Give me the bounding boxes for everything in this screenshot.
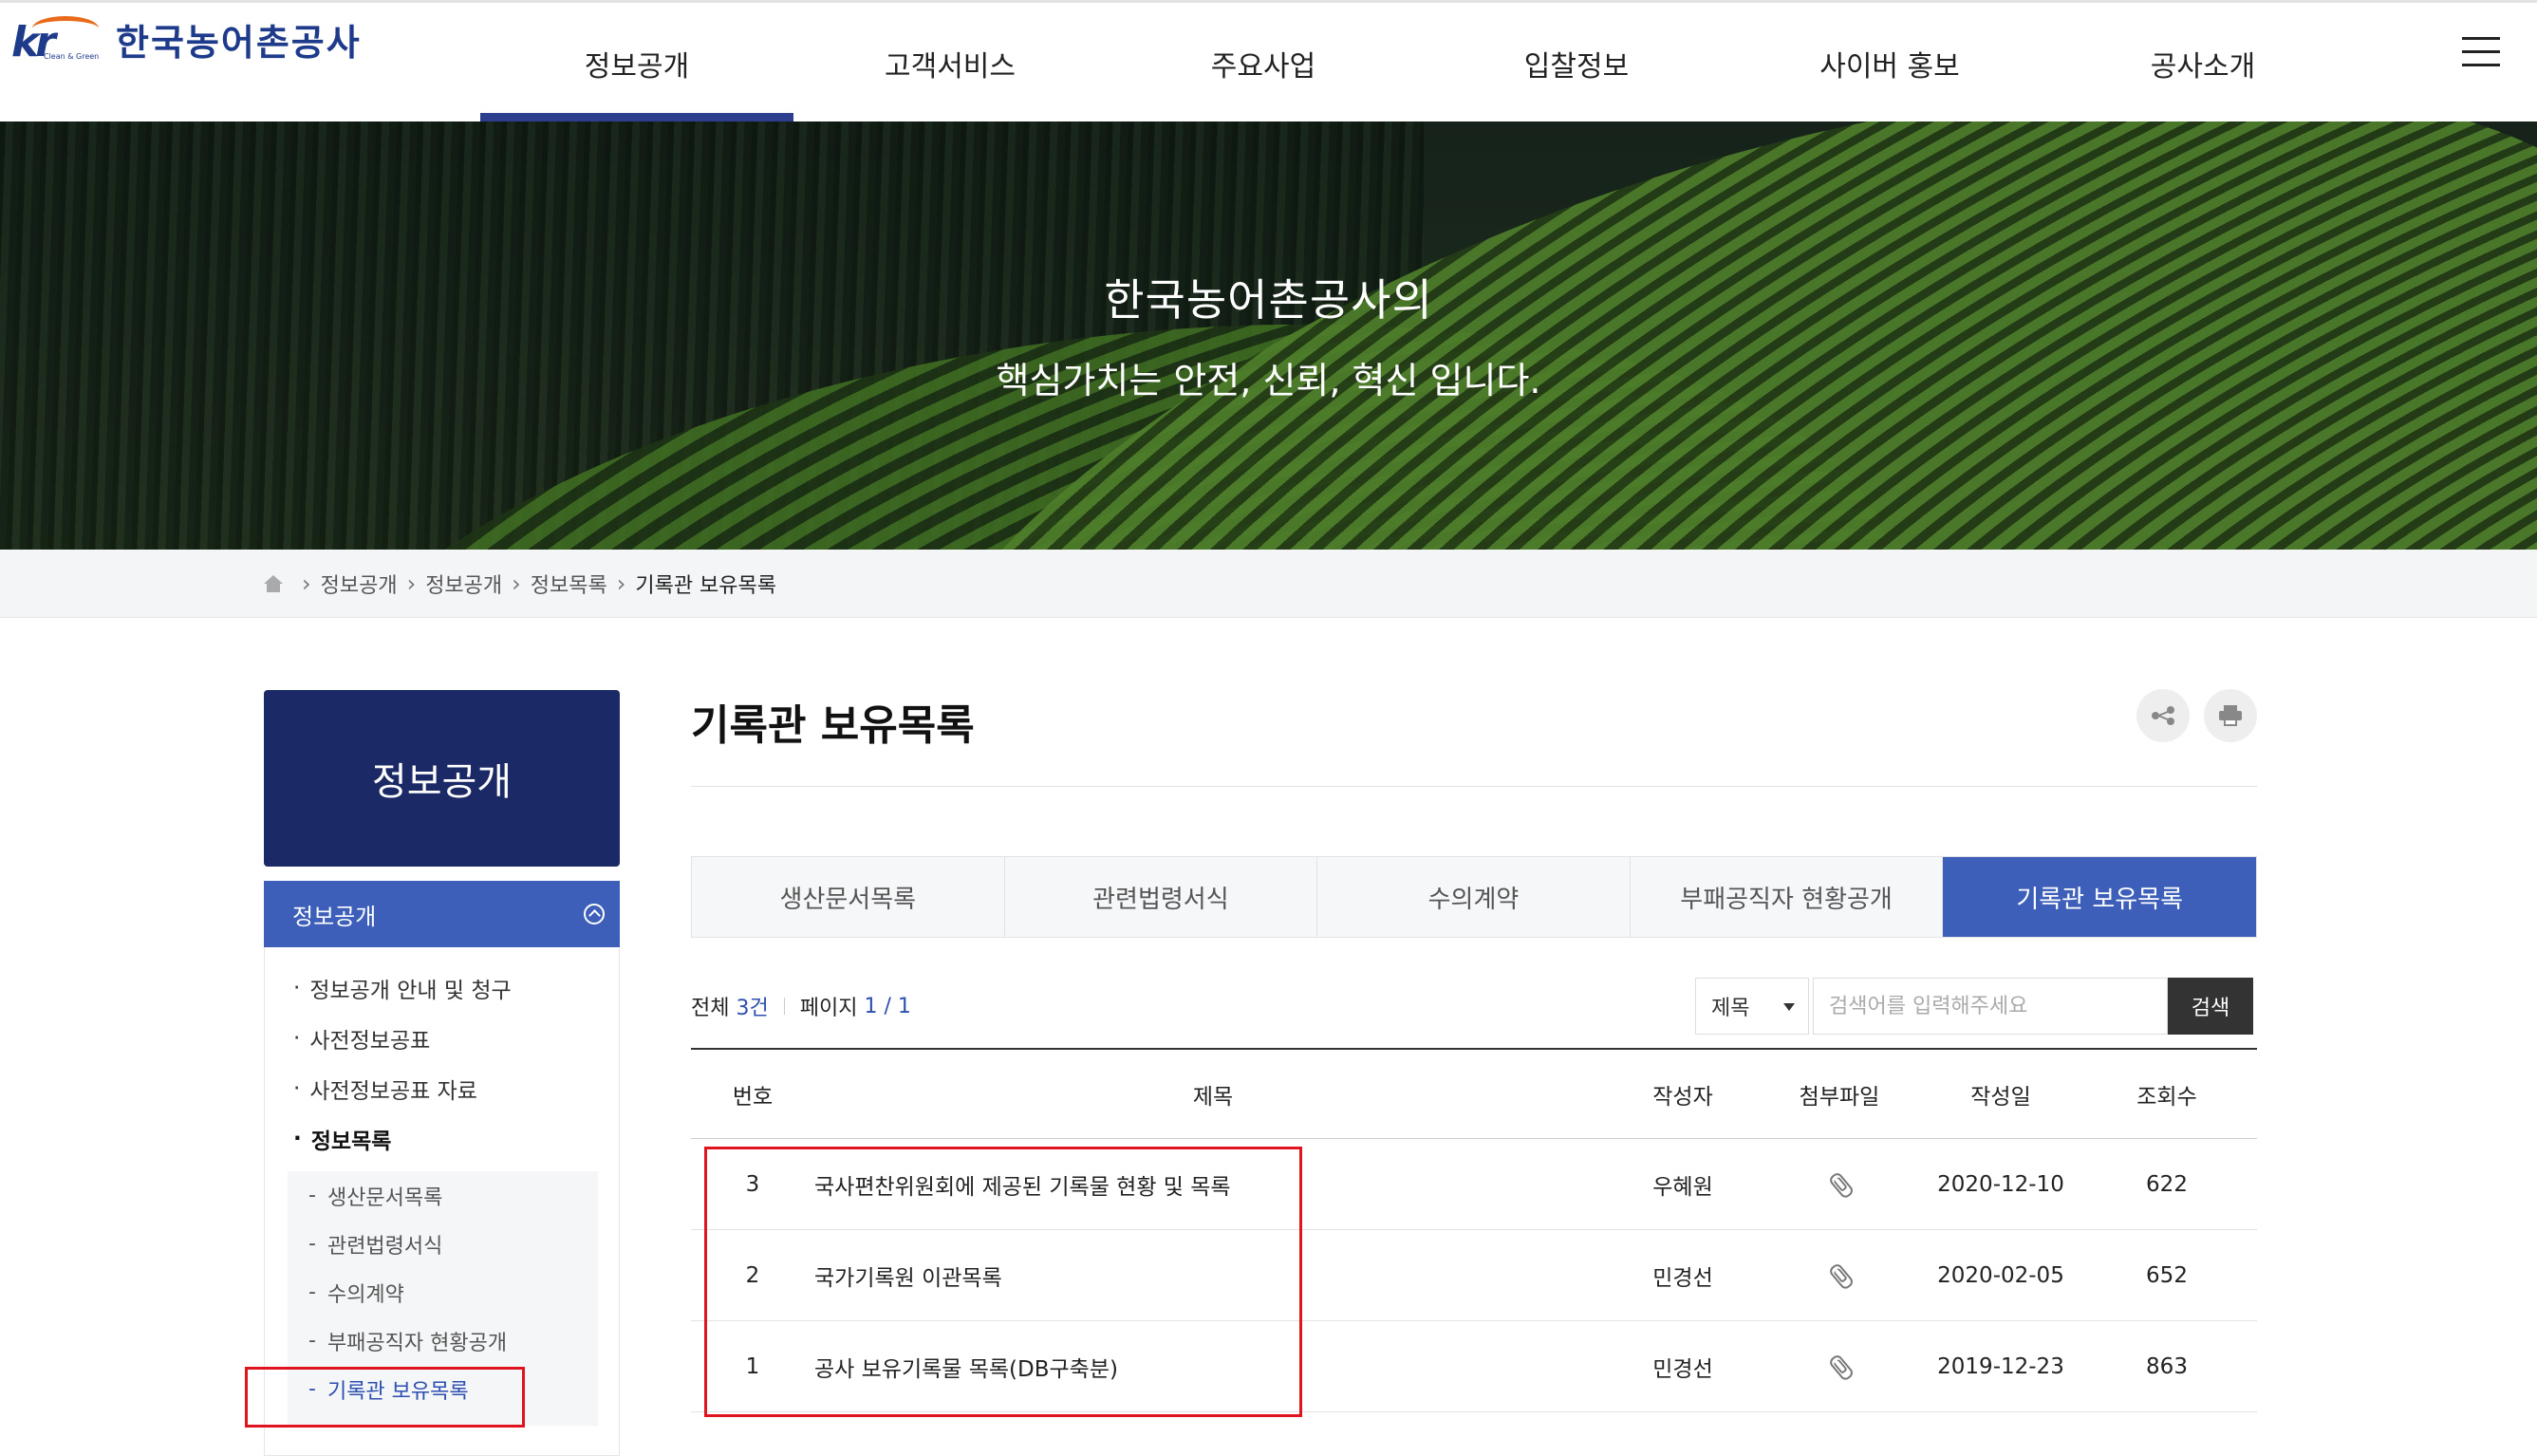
- nav-item-customer-service[interactable]: 고객서비스: [793, 3, 1107, 124]
- column-header-date: 작성일: [1970, 1084, 2031, 1110]
- sidebar-item-pre-disclosure[interactable]: · 사전정보공표: [293, 1013, 512, 1063]
- nav-item-cyber-pr[interactable]: 사이버 홍보: [1733, 3, 2046, 124]
- sidebar-subitem-label: 관련법령서식: [326, 1234, 443, 1259]
- sidebar-category-toggle[interactable]: 정보공개: [264, 881, 620, 947]
- nav-item-info-disclosure[interactable]: 정보공개: [480, 3, 793, 124]
- sidebar-subitem-label: 수의계약: [326, 1282, 404, 1307]
- count-label: 전체: [691, 997, 730, 1020]
- row-attachment[interactable]: [1754, 1173, 1925, 1196]
- sidebar-subitem-production-docs[interactable]: - 생산문서목록: [288, 1171, 598, 1220]
- sidebar-category-label: 정보공개: [292, 903, 377, 930]
- home-icon[interactable]: [264, 575, 283, 592]
- count-value: 3건: [736, 997, 769, 1020]
- banner-headline: 한국농어촌공사의: [1104, 274, 1433, 326]
- breadcrumb-item[interactable]: 정보목록: [531, 569, 607, 599]
- tab-production-docs[interactable]: 생산문서목록: [692, 857, 1005, 937]
- page-label: 페이지: [799, 997, 858, 1020]
- search-bar: 제목 검색: [1695, 978, 2253, 1035]
- hamburger-menu-icon[interactable]: [2462, 37, 2502, 67]
- page-title: 기록관 보유목록: [691, 701, 975, 750]
- table-header: 번호 제목 작성자 첨부파일 작성일 조회수: [691, 1048, 2257, 1139]
- sidebar-subitem-label: 부패공직자 현황공개: [326, 1331, 508, 1355]
- main-nav: 정보공개 고객서비스 주요사업 입찰정보 사이버 홍보 공사소개: [480, 3, 2360, 124]
- logo-text: 한국농어촌공사: [116, 21, 362, 64]
- result-count: 전체 3건 페이지 1 / 1: [691, 991, 911, 1021]
- row-author: 우혜원: [1652, 1174, 1713, 1200]
- row-views: 652: [2146, 1262, 2188, 1288]
- caret-down-icon: [1783, 1003, 1795, 1011]
- nav-item-about[interactable]: 공사소개: [2046, 3, 2360, 124]
- share-icon: [2152, 706, 2174, 725]
- column-header-title: 제목: [1192, 1084, 1234, 1110]
- sidebar-title: 정보공개: [264, 690, 620, 867]
- paperclip-icon: [1825, 1352, 1855, 1381]
- tab-archive-list[interactable]: 기록관 보유목록: [1943, 857, 2256, 937]
- annotation-highlight-sidebar-item: [245, 1367, 525, 1428]
- print-icon: [2219, 705, 2242, 726]
- print-button[interactable]: [2204, 689, 2257, 742]
- sidebar-item-info-list[interactable]: · 정보목록: [293, 1113, 512, 1164]
- row-views: 622: [2146, 1171, 2188, 1197]
- row-author: 민경선: [1652, 1356, 1713, 1382]
- row-date: 2020-02-05: [1937, 1262, 2064, 1288]
- row-author: 민경선: [1652, 1265, 1713, 1291]
- breadcrumb-item[interactable]: 정보공개: [425, 569, 502, 599]
- column-header-attachment: 첨부파일: [1799, 1084, 1880, 1110]
- sidebar-item-label: 정보공개 안내 및 청구: [309, 978, 512, 1003]
- row-attachment[interactable]: [1754, 1355, 1925, 1378]
- column-header-views: 조회수: [2136, 1084, 2197, 1110]
- sidebar-subitem-private-contracts[interactable]: - 수의계약: [288, 1268, 598, 1316]
- column-header-no: 번호: [732, 1084, 774, 1110]
- sidebar-item-disclosure-guide[interactable]: · 정보공개 안내 및 청구: [293, 962, 512, 1013]
- column-header-author: 작성자: [1652, 1084, 1713, 1110]
- breadcrumb-current: 기록관 보유목록: [635, 574, 777, 598]
- search-field-select[interactable]: 제목: [1695, 978, 1809, 1035]
- chevron-up-circle-icon[interactable]: [584, 904, 605, 924]
- logo-swoosh: [32, 16, 99, 41]
- row-date: 2020-12-10: [1937, 1171, 2064, 1197]
- hero-banner: 한국농어촌공사의 핵심가치는 안전, 신뢰, 혁신 입니다.: [0, 121, 2537, 550]
- paperclip-icon: [1825, 1260, 1855, 1290]
- sidebar-item-label: 정보목록: [310, 1129, 392, 1154]
- sidebar-subitem-corrupt-officials[interactable]: - 부패공직자 현황공개: [288, 1316, 598, 1365]
- row-date: 2019-12-23: [1937, 1353, 2064, 1379]
- chevron-right-icon: ›: [616, 570, 626, 597]
- sidebar-item-label: 사전정보공표 자료: [309, 1078, 477, 1104]
- breadcrumb-item[interactable]: 정보공개: [321, 569, 398, 599]
- tab-private-contracts[interactable]: 수의계약: [1317, 857, 1631, 937]
- row-attachment[interactable]: [1754, 1264, 1925, 1287]
- sidebar-subitem-legal-forms[interactable]: - 관련법령서식: [288, 1220, 598, 1268]
- search-select-value: 제목: [1711, 997, 1750, 1020]
- title-divider: [691, 786, 2257, 787]
- tab-legal-forms[interactable]: 관련법령서식: [1005, 857, 1318, 937]
- nav-item-main-business[interactable]: 주요사업: [1107, 3, 1420, 124]
- nav-item-bid-info[interactable]: 입찰정보: [1420, 3, 1733, 124]
- logo-mark: kr Clean & Green: [11, 14, 103, 66]
- sidebar-item-label: 사전정보공표: [309, 1028, 431, 1054]
- share-button[interactable]: [2136, 689, 2190, 742]
- tab-corrupt-officials[interactable]: 부패공직자 현황공개: [1631, 857, 1944, 937]
- banner-overlay: [0, 121, 2537, 550]
- annotation-highlight-table-titles: [704, 1147, 1302, 1417]
- paperclip-icon: [1825, 1169, 1855, 1199]
- logo-subtext: Clean & Green: [44, 52, 100, 61]
- page-total: 1: [897, 994, 911, 1018]
- chevron-right-icon: ›: [512, 570, 521, 597]
- breadcrumb: › 정보공개 › 정보공개 › 정보목록 › 기록관 보유목록: [0, 550, 2537, 618]
- search-input[interactable]: [1813, 978, 2168, 1035]
- sidebar-subitem-label: 생산문서목록: [326, 1185, 443, 1210]
- page-current: 1: [864, 994, 878, 1018]
- chevron-right-icon: ›: [406, 570, 417, 597]
- page-separator: /: [884, 994, 891, 1018]
- banner-subheadline: 핵심가치는 안전, 신뢰, 혁신 입니다.: [996, 360, 1541, 401]
- content-tabs: 생산문서목록 관련법령서식 수의계약 부패공직자 현황공개 기록관 보유목록: [691, 856, 2257, 938]
- row-views: 863: [2146, 1353, 2188, 1379]
- chevron-right-icon: ›: [302, 570, 311, 597]
- sidebar-item-pre-disclosure-data[interactable]: · 사전정보공표 자료: [293, 1063, 512, 1113]
- search-button[interactable]: 검색: [2168, 978, 2253, 1035]
- site-header: kr Clean & Green 한국농어촌공사 정보공개 고객서비스 주요사업…: [0, 0, 2537, 124]
- site-logo[interactable]: kr Clean & Green 한국농어촌공사: [11, 10, 362, 67]
